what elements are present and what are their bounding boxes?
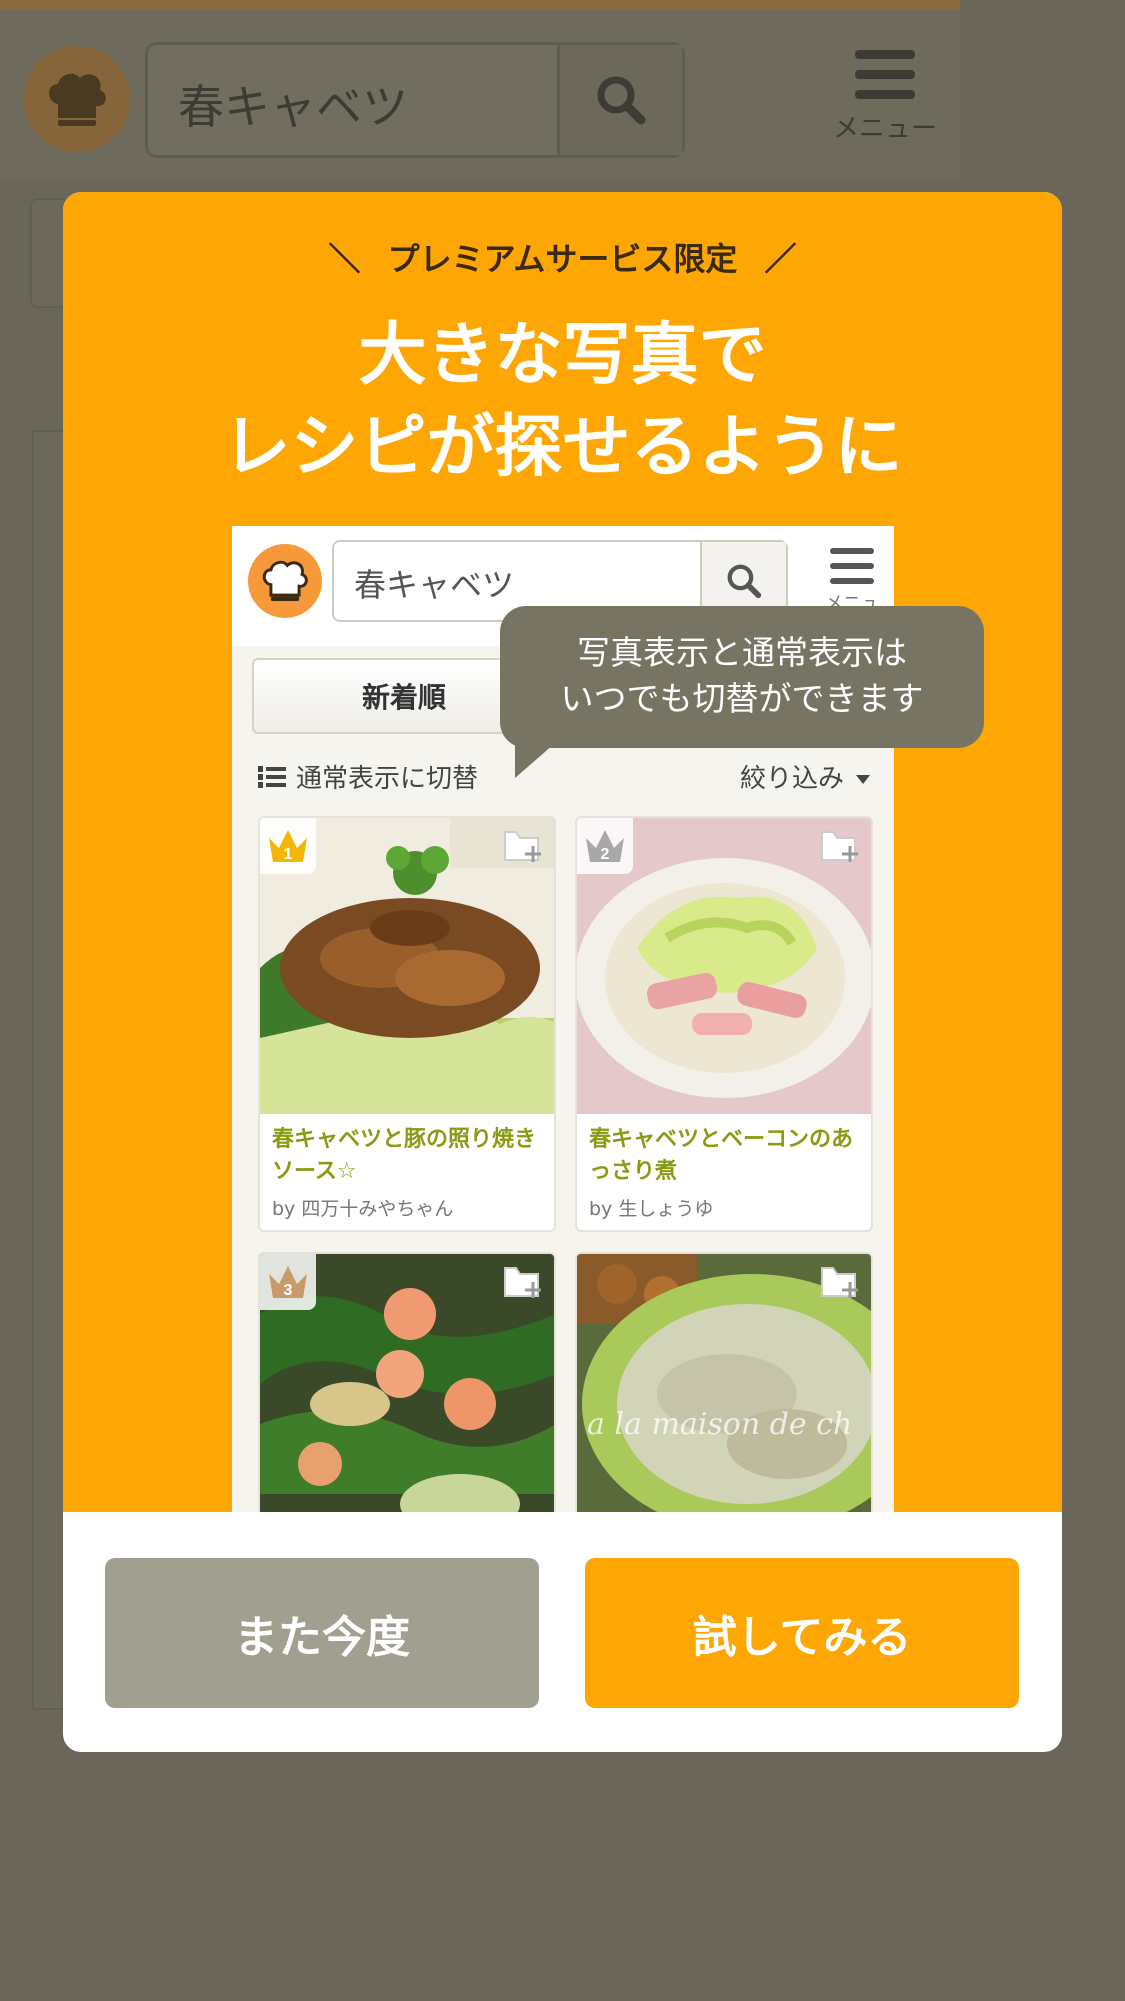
add-folder-icon bbox=[504, 1267, 541, 1298]
headline-line-1: 大きな写真で bbox=[358, 316, 767, 395]
background-search-icon[interactable] bbox=[557, 45, 682, 155]
background-header: 春キャベツ メニュー bbox=[0, 10, 960, 180]
promo-headline: 大きな写真で レシピが探せるように bbox=[63, 310, 1062, 494]
rank-crown-icon: 2 bbox=[577, 818, 633, 874]
hamburger-menu-icon bbox=[825, 50, 945, 99]
recipe-title: 春キャベツとベーコンのあっさり煮 bbox=[589, 1127, 854, 1184]
premium-promo-modal: ＼ プレミアムサービス限定 ／ 大きな写真で レシピが探せるように 春キャベツ bbox=[63, 192, 1062, 1752]
svg-text:1: 1 bbox=[284, 846, 293, 863]
background-top-line bbox=[0, 0, 960, 10]
rank-crown-icon: 1 bbox=[260, 818, 316, 874]
background-menu-button[interactable]: メニュー bbox=[825, 50, 945, 145]
later-button[interactable]: また今度 bbox=[105, 1558, 539, 1708]
promo-tagline: ＼ プレミアムサービス限定 ／ bbox=[63, 234, 1062, 280]
svg-text:a la maison de ch: a la maison de ch bbox=[587, 1407, 852, 1442]
chef-hat-logo-icon[interactable] bbox=[24, 46, 130, 152]
svg-text:3: 3 bbox=[284, 1282, 293, 1299]
preview-search-value: 春キャベツ bbox=[354, 566, 515, 604]
tagline-left-mark: ＼ bbox=[328, 240, 361, 278]
headline-line-2: レシピが探せるように bbox=[222, 408, 903, 487]
preview-view-toggle: 通常表示に切替 bbox=[258, 758, 478, 795]
rank-crown-icon: 3 bbox=[260, 1254, 316, 1310]
tagline-text: プレミアムサービス限定 bbox=[387, 240, 738, 278]
list-icon bbox=[258, 763, 286, 791]
add-folder-icon bbox=[821, 831, 858, 862]
background-menu-label: メニュー bbox=[832, 114, 937, 144]
promo-banner: ＼ プレミアムサービス限定 ／ 大きな写真で レシピが探せるように 春キャベツ bbox=[63, 192, 1062, 1512]
recipe-card: a la maison de ch bbox=[575, 1252, 873, 1512]
try-button[interactable]: 試してみる bbox=[585, 1558, 1019, 1708]
recipe-card: 3 bbox=[258, 1252, 556, 1512]
svg-text:2: 2 bbox=[601, 846, 610, 863]
tooltip-line-2: いつでも切替ができます bbox=[560, 679, 924, 718]
tagline-right-mark: ／ bbox=[764, 240, 797, 278]
caret-down-icon bbox=[856, 775, 870, 784]
add-folder-icon bbox=[821, 1267, 858, 1298]
add-folder-icon bbox=[504, 831, 541, 862]
preview-filter: 絞り込み bbox=[740, 758, 870, 795]
recipe-author: by 四万十みやちゃん bbox=[272, 1198, 454, 1220]
recipe-author: by 生しょうゆ bbox=[589, 1198, 714, 1220]
tooltip-line-1: 写真表示と通常表示は bbox=[577, 633, 907, 672]
recipe-card: 1 春キャベツと豚の照り焼きソース☆ by 四万十みやちゃん bbox=[258, 816, 556, 1232]
background-search-value: 春キャベツ bbox=[178, 80, 408, 134]
recipe-title: 春キャベツと豚の照り焼きソース☆ bbox=[272, 1127, 537, 1184]
preview-chef-hat-icon bbox=[248, 544, 322, 618]
background-search-box[interactable]: 春キャベツ bbox=[145, 42, 685, 158]
recipe-card: 2 春キャベツとベーコンのあっさり煮 by 生しょうゆ bbox=[575, 816, 873, 1232]
preview-filter-label: 絞り込み bbox=[739, 764, 844, 794]
preview-toggle-label: 通常表示に切替 bbox=[296, 764, 479, 794]
view-toggle-tooltip: 写真表示と通常表示は いつでも切替ができます bbox=[500, 606, 984, 748]
